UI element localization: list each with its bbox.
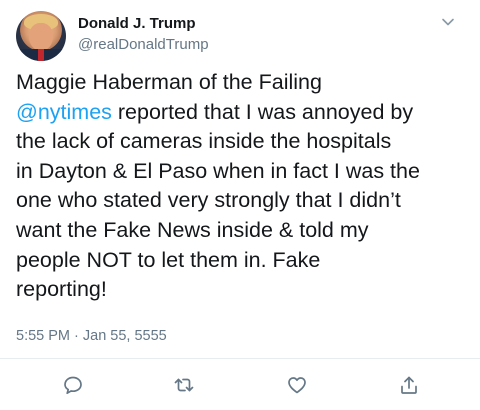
tweet-text: Maggie Haberman of the Failing @nytimes …: [16, 68, 472, 305]
tweet-line: want the Fake News inside & told my: [16, 217, 369, 242]
mention-link[interactable]: @nytimes: [16, 100, 112, 124]
tweet-line: Maggie Haberman of the Failing: [16, 70, 322, 94]
avatar-tie: [38, 49, 44, 61]
divider: [0, 358, 480, 359]
tweet-line: @nytimes reported that I was annoyed by: [16, 99, 414, 124]
tweet-line: people NOT to let them in. Fake: [16, 247, 321, 272]
heart-icon[interactable]: [286, 374, 308, 396]
avatar-face: [29, 23, 53, 51]
author-handle[interactable]: @realDonaldTrump: [78, 36, 209, 53]
reply-icon[interactable]: [62, 374, 84, 396]
tweet-card: Donald J. Trump @realDonaldTrump Maggie …: [0, 0, 480, 410]
avatar[interactable]: [16, 11, 66, 61]
tweet-timestamp[interactable]: 5:55 PM · Jan 55, 5555: [16, 328, 167, 344]
retweet-icon[interactable]: [173, 374, 195, 396]
tweet-line: one who stated very strongly that I didn…: [16, 188, 401, 213]
author-name[interactable]: Donald J. Trump: [78, 15, 196, 32]
tweet-line: reporting!: [16, 277, 107, 302]
chevron-down-icon[interactable]: [440, 14, 456, 30]
share-icon[interactable]: [398, 374, 420, 396]
tweet-line: in Dayton & El Paso when in fact I was t…: [16, 158, 420, 183]
tweet-line: the lack of cameras inside the hospitals: [16, 129, 392, 154]
